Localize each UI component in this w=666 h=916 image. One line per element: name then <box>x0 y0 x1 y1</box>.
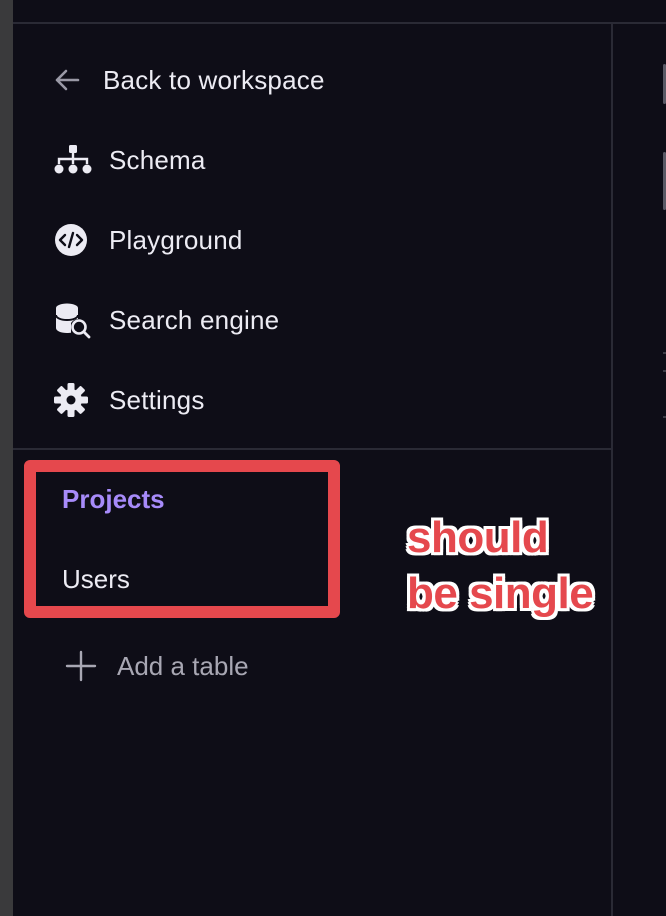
sidebar: Back to workspace Schema Playground Sear… <box>13 24 613 916</box>
back-to-workspace-link[interactable]: Back to workspace <box>53 60 325 100</box>
main-panel <box>613 24 666 916</box>
gear-icon <box>53 380 95 420</box>
table-item-users[interactable]: Users <box>62 564 130 595</box>
sidebar-item-label: Playground <box>109 224 243 255</box>
sidebar-item-schema[interactable]: Schema <box>53 140 206 180</box>
schema-icon <box>53 140 95 180</box>
annotation-line-1: should <box>407 513 549 562</box>
plus-icon <box>63 648 99 684</box>
annotation-line-2: be single <box>407 569 594 618</box>
top-bar <box>13 0 666 24</box>
sidebar-item-label: Settings <box>109 384 205 415</box>
app-window: Back to workspace Schema Playground Sear… <box>0 0 666 916</box>
arrow-left-icon <box>53 60 93 100</box>
sidebar-item-label: Search engine <box>109 304 280 335</box>
code-icon <box>53 220 95 260</box>
database-search-icon <box>53 300 95 340</box>
add-table-label: Add a table <box>117 650 249 681</box>
window-edge <box>0 0 13 916</box>
sidebar-item-playground[interactable]: Playground <box>53 220 243 260</box>
back-to-workspace-label: Back to workspace <box>103 64 325 95</box>
sidebar-item-settings[interactable]: Settings <box>53 380 205 420</box>
sidebar-divider <box>13 448 611 450</box>
add-table-button[interactable]: Add a table <box>63 644 249 688</box>
annotation-text: should be single <box>407 510 594 622</box>
sidebar-item-label: Schema <box>109 144 206 175</box>
sidebar-item-search-engine[interactable]: Search engine <box>53 300 279 340</box>
table-item-projects[interactable]: Projects <box>62 484 165 515</box>
